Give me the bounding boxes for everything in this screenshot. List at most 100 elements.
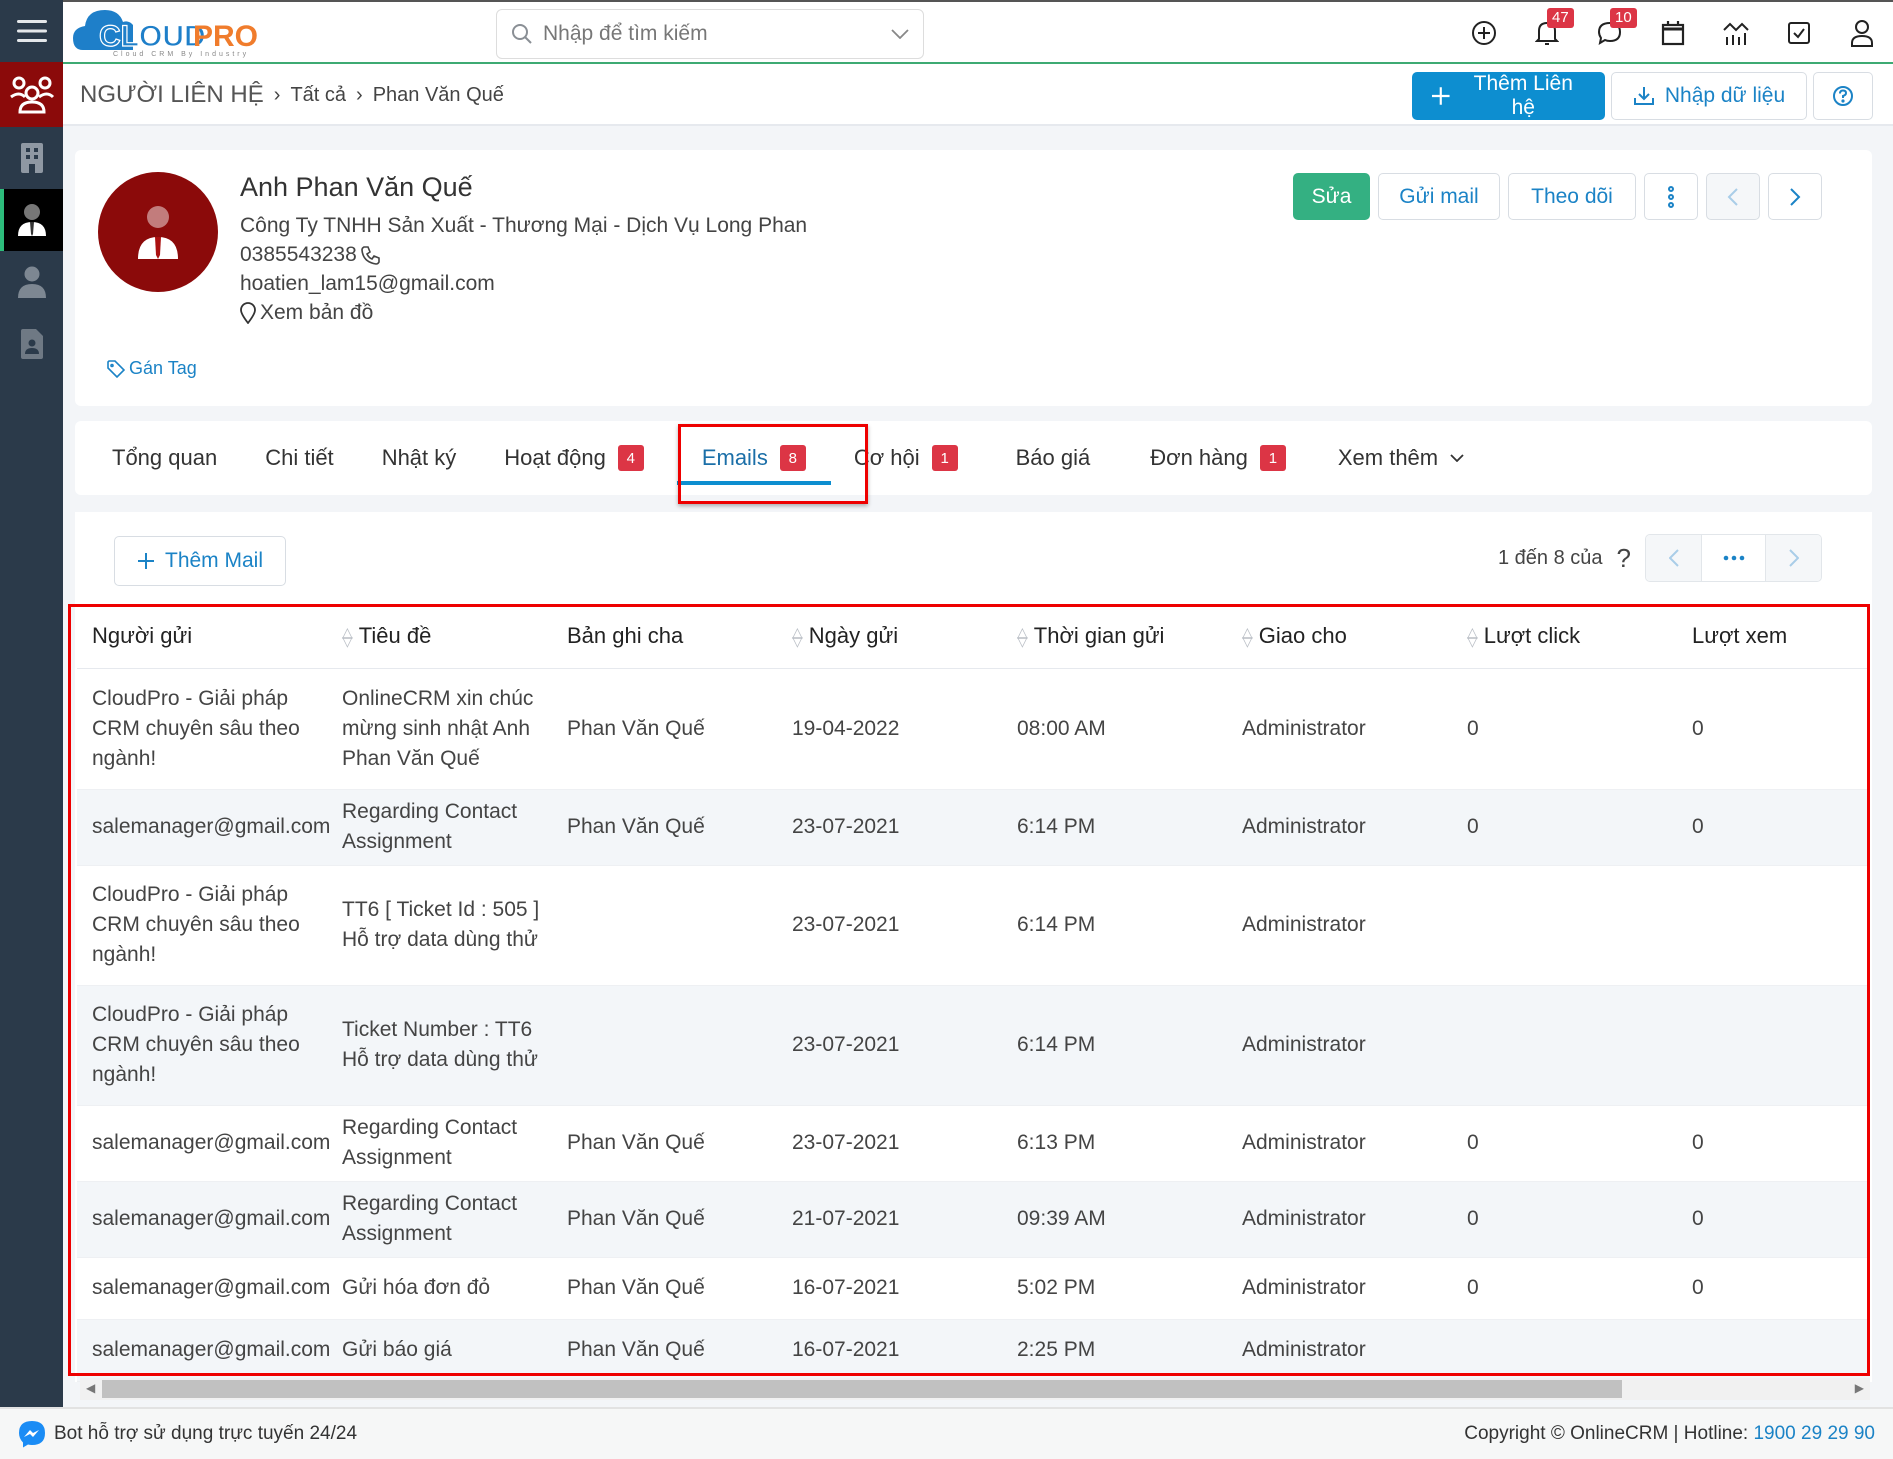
ellipsis-icon <box>1723 555 1744 561</box>
previous-page-button[interactable] <box>1646 535 1701 581</box>
contact-actions: Sửa Gửi mail Theo dõi <box>1293 173 1822 220</box>
cell-subject[interactable]: TT6 [ Ticket Id : 505 ] Hỗ trợ data dùng… <box>327 865 552 986</box>
table-row[interactable]: salemanager@gmail.com Regarding Contact A… <box>77 1181 1870 1258</box>
table-row[interactable]: salemanager@gmail.com Regarding Contact A… <box>77 1105 1870 1182</box>
add-mail-button[interactable]: Thêm Mail <box>114 536 287 586</box>
reports-button[interactable] <box>1704 2 1767 64</box>
hotline-link[interactable]: 1900 29 29 90 <box>1753 1423 1875 1444</box>
cell-sent-date: 23-07-2021 <box>777 865 1002 986</box>
sidebar-item-contacts[interactable] <box>0 189 63 251</box>
tab-details[interactable]: Chi tiết <box>265 421 333 495</box>
cell-subject[interactable]: Gửi báo giá <box>327 1319 552 1382</box>
send-mail-button[interactable]: Gửi mail <box>1378 173 1500 220</box>
sidebar-item-users[interactable] <box>0 251 63 313</box>
import-data-button[interactable]: Nhập dữ liệu <box>1611 72 1807 120</box>
cell-parent-record[interactable]: Phan Văn Quế <box>552 1319 777 1382</box>
cell-sent-date: 16-07-2021 <box>777 1257 1002 1320</box>
cell-parent-record[interactable]: Phan Văn Quế <box>552 668 777 790</box>
cell-subject[interactable]: Regarding Contact Assignment <box>327 1105 552 1182</box>
previous-record-button[interactable] <box>1706 173 1760 220</box>
column-header-subject[interactable]: △ ▽ Tiêu đề <box>327 604 552 669</box>
tasks-button[interactable] <box>1767 2 1830 64</box>
tab-opportunities[interactable]: Cơ hội 1 <box>854 421 958 495</box>
cell-subject[interactable]: Ticket Number : TT6 Hỗ trợ data dùng thử <box>327 985 552 1106</box>
plus-icon <box>138 553 154 569</box>
cell-sent-time: 6:14 PM <box>1002 789 1227 866</box>
column-header-sent-date[interactable]: △ ▽ Ngày gửi <box>777 604 1002 669</box>
contact-email[interactable]: hoatien_lam15@gmail.com <box>240 269 807 298</box>
tab-label: Tổng quan <box>112 445 218 470</box>
scroll-right-arrow-icon[interactable]: ▶ <box>1855 1381 1864 1395</box>
user-profile-button[interactable] <box>1830 2 1893 64</box>
cell-parent-record[interactable] <box>552 865 777 986</box>
next-page-button[interactable] <box>1766 535 1821 581</box>
column-header-sent-time[interactable]: △ ▽ Thời gian gửi <box>1002 604 1227 669</box>
avatar[interactable] <box>98 172 218 292</box>
page-jump-button[interactable] <box>1701 535 1766 581</box>
cell-subject[interactable]: OnlineCRM xin chúc mừng sinh nhật Anh Ph… <box>327 668 552 790</box>
table-row[interactable]: CloudPro - Giải pháp CRM chuyên sâu theo… <box>77 865 1870 986</box>
menu-toggle-button[interactable] <box>0 0 63 62</box>
scrollbar-thumb[interactable] <box>102 1380 1622 1398</box>
cloudpro-logo[interactable]: CLOUD PRO Cloud CRM By Industry <box>73 6 303 58</box>
search-input[interactable] <box>543 22 891 46</box>
follow-button[interactable]: Theo dõi <box>1508 173 1636 220</box>
cell-subject[interactable]: Gửi hóa đơn đỏ <box>327 1257 552 1320</box>
contact-phone[interactable]: 0385543238 <box>240 240 357 269</box>
help-circle-icon <box>1833 86 1853 106</box>
cell-parent-record[interactable] <box>552 985 777 1106</box>
messages-button[interactable]: 10 <box>1578 2 1641 64</box>
table-row[interactable]: CloudPro - Giải pháp CRM chuyên sâu theo… <box>77 668 1870 790</box>
table-row[interactable]: salemanager@gmail.com Gửi hóa đơn đỏ Phan … <box>77 1257 1870 1320</box>
column-label: Người gửi <box>92 622 193 648</box>
cell-subject[interactable]: Regarding Contact Assignment <box>327 789 552 866</box>
view-map-link[interactable]: Xem bản đồ <box>240 298 807 327</box>
cell-parent-record[interactable]: Phan Văn Quế <box>552 1257 777 1320</box>
column-header-clicks[interactable]: △ ▽ Lượt click <box>1452 604 1677 669</box>
phone-icon[interactable] <box>360 245 381 265</box>
next-record-button[interactable] <box>1768 173 1822 220</box>
breadcrumb-filter[interactable]: Tất cả <box>290 84 346 107</box>
add-contact-button[interactable]: Thêm Liên hệ <box>1412 72 1605 120</box>
tab-more[interactable]: Xem thêm <box>1338 421 1464 495</box>
edit-button[interactable]: Sửa <box>1293 173 1370 220</box>
sidebar-item-contacts-module[interactable] <box>0 62 63 127</box>
cell-clicks <box>1452 1319 1677 1382</box>
table-row[interactable]: salemanager@gmail.com Regarding Contact A… <box>77 789 1870 866</box>
sort-icon: △ ▽ <box>342 623 353 649</box>
horizontal-scrollbar[interactable]: ◀ ▶ <box>80 1378 1870 1400</box>
column-header-assigned-to[interactable]: △ ▽ Giao cho <box>1227 604 1452 669</box>
pagination-total[interactable]: ? <box>1617 543 1631 574</box>
more-actions-button[interactable] <box>1644 173 1698 220</box>
quick-create-button[interactable] <box>1452 2 1515 64</box>
tab-overview[interactable]: Tổng quan <box>112 421 217 495</box>
calendar-button[interactable] <box>1641 2 1704 64</box>
cell-assigned-to: Administrator <box>1227 865 1452 986</box>
tab-activities[interactable]: Hoạt động 4 <box>504 421 644 495</box>
cell-parent-record[interactable]: Phan Văn Quế <box>552 1105 777 1182</box>
tab-log[interactable]: Nhật ký <box>382 421 457 495</box>
global-search[interactable] <box>496 9 924 59</box>
assign-tag-link[interactable]: Gán Tag <box>107 358 197 379</box>
emails-table: Người gửi △ ▽ Tiêu đề Bản ghi cha △ ▽ Ngày g… <box>77 604 1870 1382</box>
cell-clicks <box>1452 865 1677 986</box>
sidebar-item-contact-documents[interactable] <box>0 313 63 375</box>
chevron-down-icon[interactable] <box>891 29 909 39</box>
tab-emails[interactable]: Emails 8 <box>676 421 831 495</box>
tab-quotes[interactable]: Báo giá <box>1016 421 1091 495</box>
cell-subject[interactable]: Regarding Contact Assignment <box>327 1181 552 1258</box>
cell-parent-record[interactable]: Phan Văn Quế <box>552 789 777 866</box>
scroll-left-arrow-icon[interactable]: ◀ <box>86 1381 95 1395</box>
table-row[interactable]: CloudPro - Giải pháp CRM chuyên sâu theo… <box>77 985 1870 1106</box>
notifications-button[interactable]: 47 <box>1515 2 1578 64</box>
contact-company[interactable]: Công Ty TNHH Sản Xuất - Thương Mại - Dịc… <box>240 211 807 240</box>
help-button[interactable] <box>1813 72 1873 120</box>
support-bot-link[interactable]: Bot hỗ trợ sử dụng trực tuyến 24/24 <box>18 1420 357 1448</box>
user-icon <box>17 266 46 298</box>
table-row[interactable]: salemanager@gmail.com Gửi báo giá Phan Văn… <box>77 1319 1870 1382</box>
tab-orders[interactable]: Đơn hàng 1 <box>1150 421 1286 495</box>
cell-parent-record[interactable]: Phan Văn Quế <box>552 1181 777 1258</box>
sidebar-item-organizations[interactable] <box>0 127 63 189</box>
cell-sender: CloudPro - Giải pháp CRM chuyên sâu theo… <box>77 985 327 1106</box>
breadcrumb-module[interactable]: NGƯỜI LIÊN HỆ <box>80 81 264 109</box>
